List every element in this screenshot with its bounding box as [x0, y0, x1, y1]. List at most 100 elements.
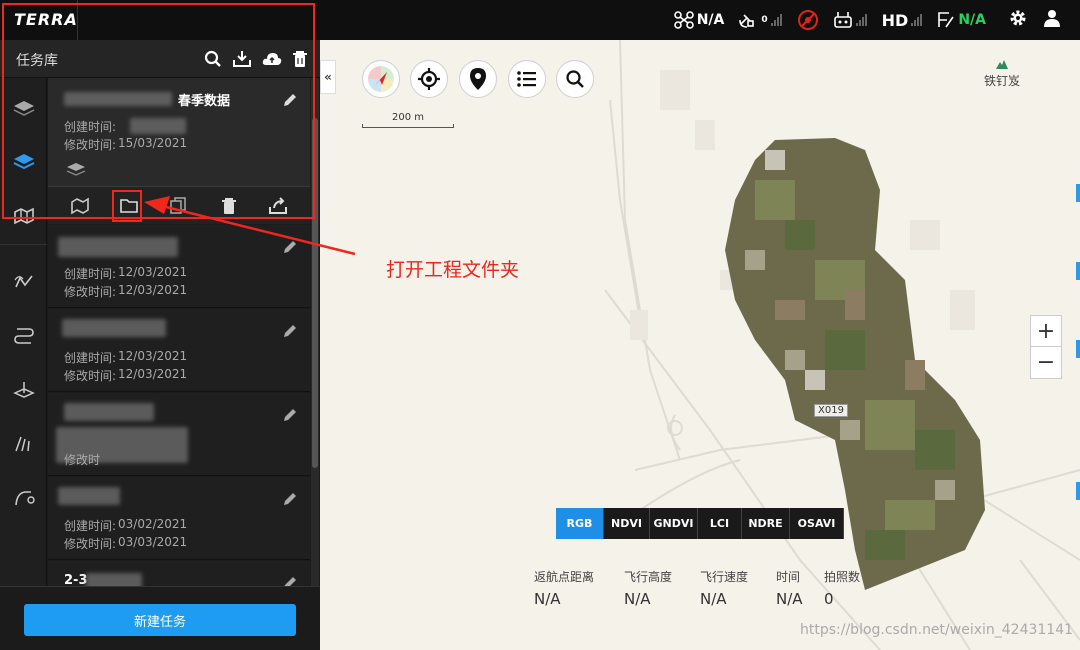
- drone-icon: [673, 11, 694, 29]
- task-card[interactable]: 修改时: [48, 393, 310, 476]
- task-modified-date: 12/03/2021: [118, 283, 188, 297]
- task-created-label: 创建时间:: [64, 519, 117, 533]
- video-label: HD: [881, 10, 909, 30]
- pin-button[interactable]: [459, 60, 497, 98]
- task-modified-label: 修改时间:: [64, 369, 117, 383]
- task-created-label: 创建时间:: [64, 351, 117, 365]
- band-selector: RGB NDVI GNDVI LCI NDRE OSAVI: [556, 508, 844, 539]
- corridor-icon[interactable]: [12, 432, 36, 456]
- task-modified-label: 修改时: [64, 453, 101, 467]
- task-modified-date: 12/03/2021: [118, 367, 188, 381]
- stat-value: N/A: [534, 590, 561, 608]
- redacted-text: [64, 403, 154, 421]
- controller-status: [833, 11, 868, 29]
- edge-marker: [1076, 184, 1080, 202]
- task-card[interactable]: 创建时间: 12/03/2021 修改时间: 12/03/2021: [48, 309, 310, 392]
- compass-icon: [368, 66, 394, 92]
- scale-line: [362, 124, 454, 128]
- road-label: X019: [814, 404, 848, 417]
- route-icon[interactable]: [12, 270, 36, 294]
- stat-value: N/A: [700, 590, 727, 608]
- no-signal-icon: [797, 9, 819, 31]
- task-card[interactable]: 创建时间: 03/02/2021 修改时间: 03/03/2021: [48, 477, 310, 560]
- signal-bars-icon: [770, 14, 782, 26]
- band-ndvi[interactable]: NDVI: [604, 508, 650, 539]
- flight-mode-status: N/A: [937, 11, 986, 29]
- place-marker: 铁钉岌: [984, 58, 1020, 89]
- stat-value: N/A: [624, 590, 651, 608]
- flight-mode-icon: [937, 11, 955, 29]
- stat-value: 0: [824, 590, 834, 608]
- place-name: 铁钉岌: [984, 74, 1021, 88]
- edge-marker: [1076, 482, 1080, 500]
- drone-status-value: N/A: [696, 12, 725, 28]
- redacted-text: [58, 487, 120, 505]
- user-icon[interactable]: [1042, 8, 1062, 32]
- signal-bars-icon: [911, 14, 923, 26]
- band-osavi[interactable]: OSAVI: [790, 508, 844, 539]
- annotation-arrow: [144, 196, 356, 256]
- band-rgb[interactable]: RGB: [556, 508, 604, 539]
- drone-status: N/A: [673, 11, 725, 29]
- status-bar: N/A 0 HD N/A: [673, 0, 1062, 40]
- stat-label: 时间: [776, 570, 801, 584]
- stat-value: N/A: [776, 590, 803, 608]
- zoom-out-button[interactable]: −: [1031, 347, 1061, 378]
- task-created-date: 12/03/2021: [118, 349, 188, 363]
- rail-divider: [0, 244, 47, 245]
- new-task-button[interactable]: 新建任务: [24, 604, 296, 636]
- locate-button[interactable]: [410, 60, 448, 98]
- edge-marker: [1076, 262, 1080, 280]
- task-name: 2-3: [64, 573, 88, 586]
- list-button[interactable]: [508, 60, 546, 98]
- collapse-panel-button[interactable]: «: [320, 60, 336, 94]
- locate-icon: [418, 68, 440, 90]
- pin-icon: [470, 68, 486, 90]
- edit-pencil-icon[interactable]: [282, 407, 298, 423]
- remote-controller-icon: [833, 11, 853, 29]
- stat-label: 飞行高度: [624, 570, 673, 584]
- annotation-highlight-box: [2, 3, 315, 219]
- task-card[interactable]: 2-3: [48, 561, 310, 586]
- stat-label: 飞行速度: [700, 570, 749, 584]
- edit-pencil-icon[interactable]: [282, 575, 298, 586]
- oblique-icon[interactable]: [12, 378, 36, 402]
- band-ndre[interactable]: NDRE: [742, 508, 790, 539]
- satellite-icon: [738, 11, 758, 29]
- waypoint-route-icon[interactable]: [12, 324, 36, 348]
- panel-footer: 新建任务: [0, 586, 320, 650]
- stat-label: 拍照数: [824, 570, 861, 584]
- task-modified-label: 修改时间:: [64, 285, 117, 299]
- gps-count: 0: [761, 15, 768, 25]
- scale-label: 200 m: [391, 112, 424, 123]
- edit-pencil-icon[interactable]: [282, 323, 298, 339]
- edit-pencil-icon[interactable]: [282, 491, 298, 507]
- redacted-text: [62, 319, 166, 337]
- task-created-date: 12/03/2021: [118, 265, 188, 279]
- task-created-label: 创建时间:: [64, 267, 117, 281]
- scale-bar: 200 m: [362, 112, 454, 128]
- edge-marker: [1076, 340, 1080, 358]
- redacted-text: [86, 573, 142, 586]
- band-gndvi[interactable]: GNDVI: [650, 508, 698, 539]
- map-view[interactable]: X019: [320, 40, 1080, 650]
- mountain-icon: [996, 60, 1008, 69]
- task-modified-date: 03/03/2021: [118, 535, 188, 549]
- flight-mode-value: N/A: [958, 12, 986, 28]
- watermark: https://blog.csdn.net/weixin_42431141: [800, 622, 1074, 638]
- video-status: HD: [882, 11, 924, 30]
- gear-icon[interactable]: [1008, 8, 1028, 32]
- band-lci[interactable]: LCI: [698, 508, 742, 539]
- annotation-label: 打开工程文件夹: [386, 259, 520, 281]
- rc-status: [797, 9, 819, 31]
- task-created-date: 03/02/2021: [118, 517, 188, 531]
- annotation-folder-box: [112, 190, 142, 222]
- compass-button[interactable]: [362, 60, 400, 98]
- stat-label: 返航点距离: [534, 570, 595, 584]
- mapping-curve-icon[interactable]: [12, 486, 36, 510]
- signal-bars-icon: [855, 14, 867, 26]
- zoom-in-button[interactable]: +: [1031, 316, 1061, 347]
- zoom-control: + −: [1030, 315, 1062, 379]
- list-icon: [517, 71, 536, 87]
- map-search-button[interactable]: [556, 60, 594, 98]
